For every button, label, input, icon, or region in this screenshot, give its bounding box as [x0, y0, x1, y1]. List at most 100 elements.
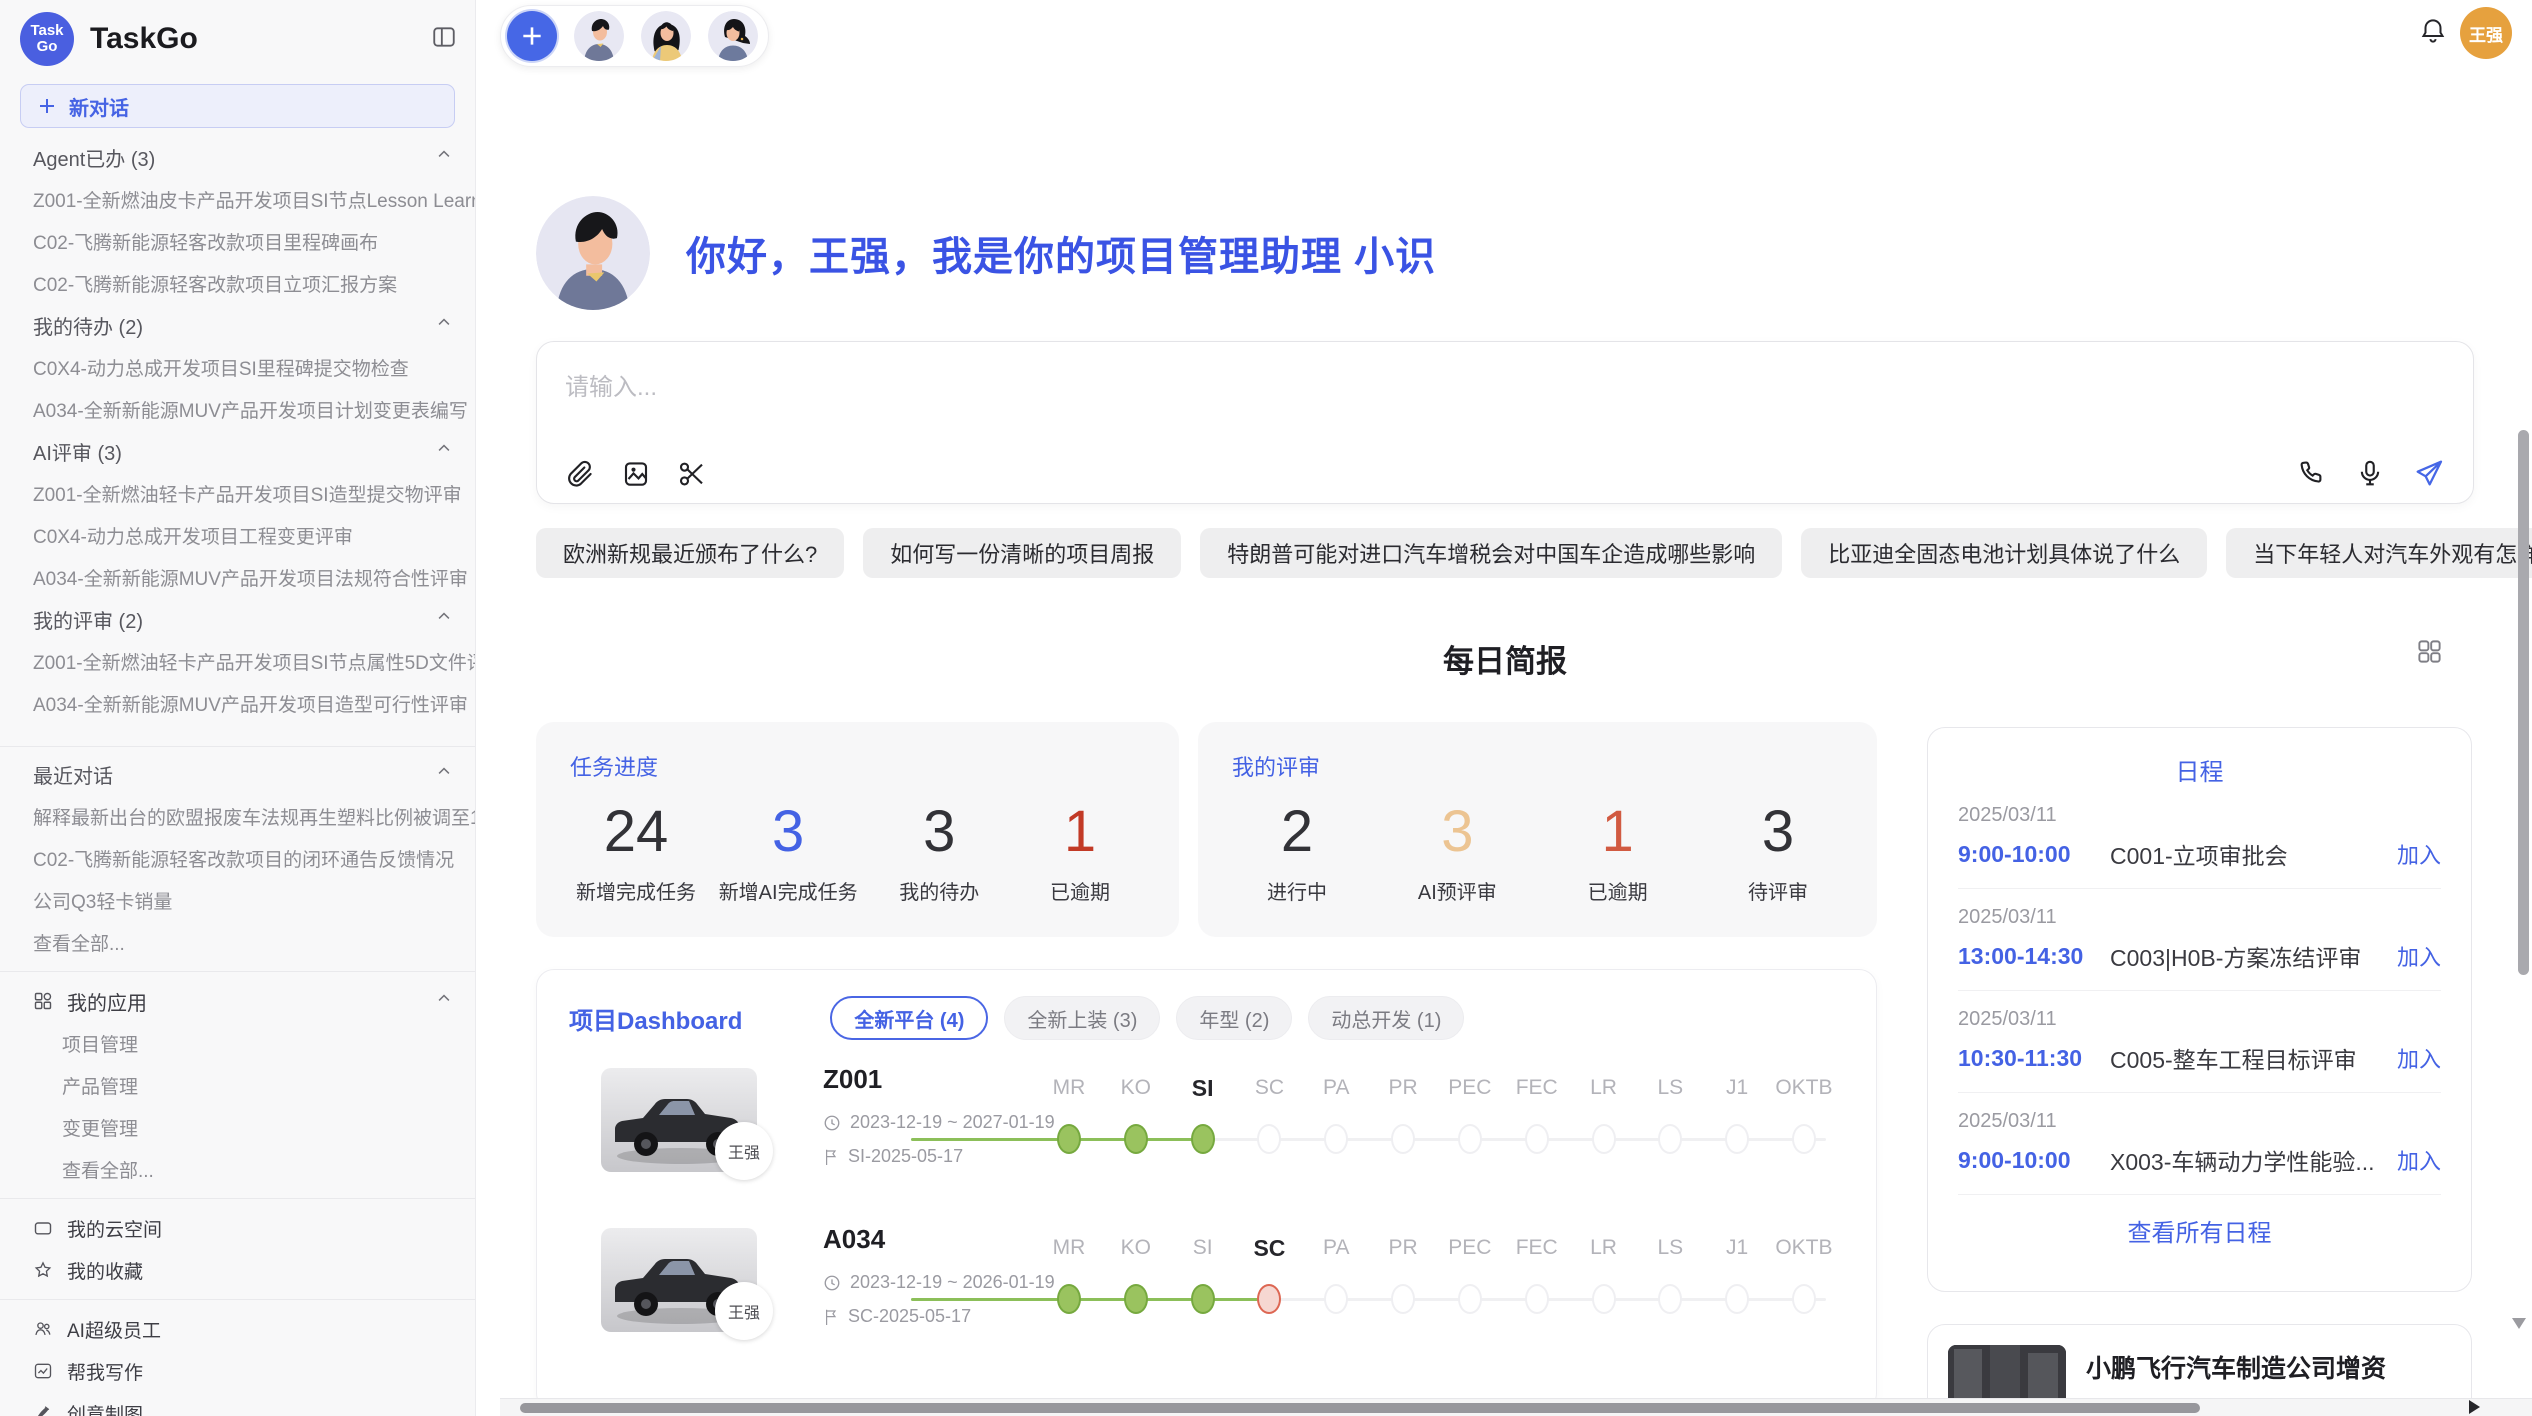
divider: [0, 746, 475, 747]
sidebar-item-creative-draw[interactable]: 创意制图: [0, 1392, 475, 1416]
milestone-dot: [1658, 1284, 1682, 1314]
sidebar-item-label: AI超级员工: [67, 1316, 161, 1343]
join-link[interactable]: 加入: [2397, 940, 2441, 972]
section-ai-review[interactable]: AI评审 (3): [0, 430, 475, 472]
milestone-dot: [1324, 1124, 1348, 1154]
milestone-dot-done: [1191, 1124, 1215, 1154]
list-item[interactable]: C0X4-动力总成开发项目SI里程碑提交物检查: [0, 346, 475, 388]
avatar[interactable]: [641, 11, 691, 61]
section-my-todo[interactable]: 我的待办 (2): [0, 304, 475, 346]
project-row[interactable]: 王强 A034 2023-12-19 ~ 2026-01-19 SC-2025-…: [537, 1218, 1876, 1370]
list-item[interactable]: C0X4-动力总成开发项目工程变更评审: [0, 514, 475, 556]
suggestion-chip[interactable]: 特朗普可能对进口汽车增税会对中国车企造成哪些影响: [1200, 528, 1782, 578]
list-item[interactable]: 解释最新出台的欧盟报废车法规再生塑料比例被调至15%...: [0, 795, 475, 837]
chevron-up-icon[interactable]: [435, 762, 453, 786]
logo-line1: Task: [30, 23, 63, 39]
section-recent-chats[interactable]: 最近对话: [0, 753, 475, 795]
owner-badge: 王强: [715, 1282, 773, 1340]
horizontal-scrollbar[interactable]: [500, 1398, 2532, 1416]
scroll-right-arrow-icon[interactable]: [2469, 1400, 2480, 1414]
phone-icon[interactable]: [2297, 458, 2327, 488]
send-icon[interactable]: [2413, 457, 2445, 489]
avatar[interactable]: [574, 11, 624, 61]
project-row[interactable]: 王强 Z001 2023-12-19 ~ 2027-01-19 SI-2025-…: [537, 1058, 1876, 1210]
attachment-icon[interactable]: [565, 459, 595, 489]
milestone: KO: [1104, 1070, 1168, 1159]
tab-platform[interactable]: 全新平台 (4): [830, 996, 988, 1040]
apps-grid-icon: [33, 991, 53, 1011]
sidebar-item-product-mgmt[interactable]: 产品管理: [0, 1064, 475, 1106]
chevron-up-icon[interactable]: [435, 439, 453, 463]
milestone-dot: [1725, 1124, 1749, 1154]
chat-input[interactable]: [565, 374, 1665, 402]
sidebar-item-favorites[interactable]: 我的收藏: [0, 1249, 475, 1291]
suggestion-chips: 欧洲新规最近颁布了什么? 如何写一份清晰的项目周报 特朗普可能对进口汽车增税会对…: [536, 528, 2474, 578]
horizontal-scrollbar-thumb[interactable]: [520, 1403, 2200, 1413]
clock-icon: [823, 1274, 841, 1292]
list-item[interactable]: A034-全新新能源MUV产品开发项目计划变更表编写: [0, 388, 475, 430]
sidebar-item-change-mgmt[interactable]: 变更管理: [0, 1106, 475, 1148]
milestone: MR: [1037, 1230, 1101, 1319]
milestone: SC: [1237, 1230, 1301, 1319]
new-chat-label: 新对话: [69, 92, 129, 121]
list-item[interactable]: Z001-全新燃油轻卡产品开发项目SI节点属性5D文件评审: [0, 640, 475, 682]
view-all-schedule-link[interactable]: 查看所有日程: [1928, 1213, 2471, 1248]
sidebar-item-help-write[interactable]: 帮我写作: [0, 1350, 475, 1392]
section-my-review[interactable]: 我的评审 (2): [0, 598, 475, 640]
chevron-up-icon[interactable]: [435, 989, 453, 1013]
avatar[interactable]: [708, 11, 758, 61]
suggestion-chip[interactable]: 欧洲新规最近颁布了什么?: [536, 528, 844, 578]
greeting-text: 你好，王强，我是你的项目管理助理 小识: [686, 224, 1436, 282]
milestone: PEC: [1438, 1070, 1502, 1159]
milestone-dot: [1792, 1284, 1816, 1314]
view-all-chats[interactable]: 查看全部...: [0, 921, 475, 963]
milestone: MR: [1037, 1070, 1101, 1159]
schedule-name: X003-车辆动力学性能验...: [2110, 1143, 2397, 1177]
list-item[interactable]: 公司Q3轻卡销量: [0, 879, 475, 921]
stat-pending-review: 3待评审: [1719, 794, 1837, 905]
list-item[interactable]: Z001-全新燃油皮卡产品开发项目SI节点Lesson Learn报告: [0, 178, 475, 220]
list-item[interactable]: Z001-全新燃油轻卡产品开发项目SI造型提交物评审: [0, 472, 475, 514]
section-agent-done[interactable]: Agent已办 (3): [0, 136, 475, 178]
divider: [0, 1299, 475, 1300]
suggestion-chip[interactable]: 如何写一份清晰的项目周报: [863, 528, 1181, 578]
cloud-space-icon: [33, 1218, 53, 1238]
suggestion-chip[interactable]: 比亚迪全固态电池计划具体说了什么: [1801, 528, 2207, 578]
tab-body[interactable]: 全新上装 (3): [1004, 996, 1160, 1040]
section-my-apps[interactable]: 我的应用: [0, 980, 475, 1022]
join-link[interactable]: 加入: [2397, 1144, 2441, 1176]
chevron-up-icon[interactable]: [435, 607, 453, 631]
microphone-icon[interactable]: [2355, 458, 2385, 488]
chevron-up-icon[interactable]: [435, 145, 453, 169]
list-item[interactable]: A034-全新新能源MUV产品开发项目法规符合性评审: [0, 556, 475, 598]
add-agent-button[interactable]: [507, 11, 557, 61]
user-avatar[interactable]: 王强: [2460, 7, 2512, 59]
layout-grid-icon[interactable]: [2416, 638, 2443, 670]
join-link[interactable]: 加入: [2397, 1042, 2441, 1074]
notification-bell-icon[interactable]: [2418, 16, 2448, 51]
list-item[interactable]: C02-飞腾新能源轻客改款项目立项汇报方案: [0, 262, 475, 304]
sidebar-item-ai-employee[interactable]: AI超级员工: [0, 1308, 475, 1350]
chevron-up-icon[interactable]: [435, 313, 453, 337]
tab-powertrain[interactable]: 动总开发 (1): [1308, 996, 1464, 1040]
tab-year-model[interactable]: 年型 (2): [1176, 996, 1292, 1040]
join-link[interactable]: 加入: [2397, 838, 2441, 870]
view-all-apps[interactable]: 查看全部...: [0, 1148, 475, 1190]
list-item[interactable]: C02-飞腾新能源轻客改款项目的闭环通告反馈情况: [0, 837, 475, 879]
dashboard-tabs: 全新平台 (4) 全新上装 (3) 年型 (2) 动总开发 (1): [830, 996, 1464, 1040]
list-item[interactable]: A034-全新新能源MUV产品开发项目造型可行性评审: [0, 682, 475, 724]
vertical-scrollbar-thumb[interactable]: [2518, 430, 2529, 975]
schedule-time: 13:00-14:30: [1958, 943, 2110, 970]
suggestion-chip[interactable]: 当下年轻人对汽车外观有怎样的喜好趋势: [2226, 528, 2532, 578]
new-chat-button[interactable]: 新对话: [20, 84, 455, 128]
sidebar-item-project-mgmt[interactable]: 项目管理: [0, 1022, 475, 1064]
sidebar-collapse-icon[interactable]: [431, 24, 457, 55]
scissors-icon[interactable]: [677, 459, 707, 489]
scroll-down-arrow-icon[interactable]: [2512, 1318, 2526, 1329]
plus-icon: [519, 23, 545, 49]
list-item[interactable]: C02-飞腾新能源轻客改款项目里程碑画布: [0, 220, 475, 262]
sidebar-item-label: 我的云空间: [67, 1215, 162, 1242]
sidebar-item-cloud-space[interactable]: 我的云空间: [0, 1207, 475, 1249]
image-icon[interactable]: [621, 459, 651, 489]
milestone: PA: [1304, 1230, 1368, 1319]
